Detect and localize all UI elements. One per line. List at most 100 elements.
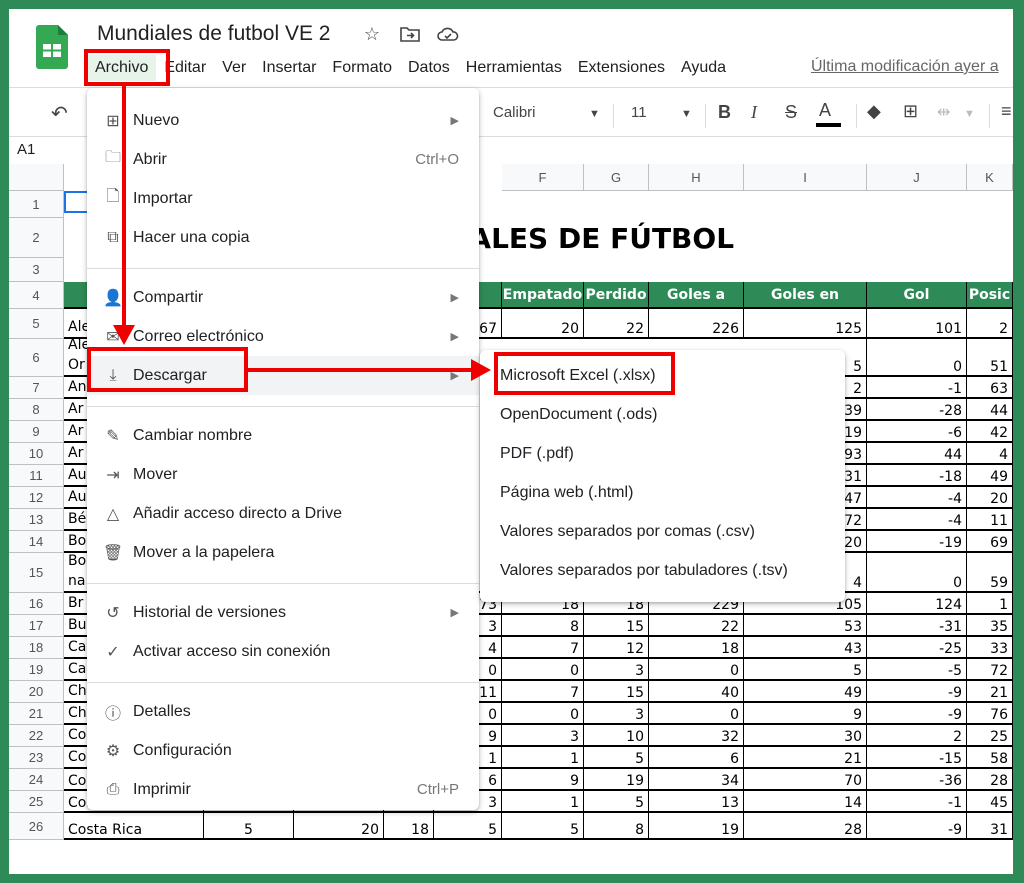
menu-datos[interactable]: Datos — [400, 55, 458, 81]
table-cell-a26[interactable]: Costa Rica — [64, 813, 204, 840]
row-header-5[interactable]: 5 — [9, 309, 64, 339]
row-header-15[interactable]: 15 — [9, 553, 64, 593]
table-cell-f20[interactable]: 7 — [502, 681, 584, 703]
table-cell-j12[interactable]: -4 — [867, 487, 967, 509]
table-cell-h24[interactable]: 34 — [649, 769, 744, 791]
table-cell-j10[interactable]: 44 — [867, 443, 967, 465]
table-cell-h23[interactable]: 6 — [649, 747, 744, 769]
row-header-9[interactable]: 9 — [9, 421, 64, 443]
star-icon[interactable]: ☆ — [361, 23, 383, 45]
file-menu-item-cambiar-nombre[interactable]: ✎ Cambiar nombre — [87, 416, 479, 455]
table-cell-k20[interactable]: 21 — [967, 681, 1013, 703]
file-menu-item-activar-acceso-sin-conexión[interactable]: ✓ Activar acceso sin conexión — [87, 632, 479, 671]
borders-icon[interactable]: ⊞ — [903, 101, 918, 122]
row-header-19[interactable]: 19 — [9, 659, 64, 681]
table-cell-d26[interactable]: 18 — [384, 813, 434, 840]
table-cell-f19[interactable]: 0 — [502, 659, 584, 681]
table-cell-g26[interactable]: 8 — [584, 813, 649, 840]
row-header-23[interactable]: 23 — [9, 747, 64, 769]
table-cell-j8[interactable]: -28 — [867, 399, 967, 421]
table-cell-j14[interactable]: -19 — [867, 531, 967, 553]
font-size-input[interactable]: 11 — [631, 104, 647, 121]
row-header-7[interactable]: 7 — [9, 377, 64, 399]
text-color-icon[interactable]: A — [819, 100, 831, 121]
column-header-f[interactable]: F — [502, 164, 584, 191]
table-cell-h5[interactable]: 226 — [649, 309, 744, 339]
italic-icon[interactable]: I — [751, 102, 757, 123]
row-header-16[interactable]: 16 — [9, 593, 64, 615]
table-cell-k7[interactable]: 63 — [967, 377, 1013, 399]
table-cell-k19[interactable]: 72 — [967, 659, 1013, 681]
table-cell-g25[interactable]: 5 — [584, 791, 649, 813]
file-menu-item-configuración[interactable]: ⚙ Configuración — [87, 731, 479, 770]
table-cell-k18[interactable]: 33 — [967, 637, 1013, 659]
row-header-8[interactable]: 8 — [9, 399, 64, 421]
row-header-20[interactable]: 20 — [9, 681, 64, 703]
bold-icon[interactable]: B — [718, 102, 731, 123]
table-cell-k14[interactable]: 69 — [967, 531, 1013, 553]
table-cell-j21[interactable]: -9 — [867, 703, 967, 725]
table-cell-i26[interactable]: 28 — [744, 813, 867, 840]
table-cell-h18[interactable]: 18 — [649, 637, 744, 659]
table-cell-k9[interactable]: 42 — [967, 421, 1013, 443]
table-cell-k25[interactable]: 45 — [967, 791, 1013, 813]
table-cell-j23[interactable]: -15 — [867, 747, 967, 769]
download-option-1[interactable]: OpenDocument (.ods) — [480, 395, 845, 434]
table-cell-i19[interactable]: 5 — [744, 659, 867, 681]
file-menu-item-hacer-una-copia[interactable]: ⧉ Hacer una copia — [87, 218, 479, 257]
sheets-logo-icon[interactable] — [36, 25, 68, 69]
table-cell-h26[interactable]: 19 — [649, 813, 744, 840]
download-option-3[interactable]: Página web (.html) — [480, 473, 845, 512]
column-header-i[interactable]: I — [744, 164, 867, 191]
download-option-5[interactable]: Valores separados por tabuladores (.tsv) — [480, 551, 845, 590]
column-header-j[interactable]: J — [867, 164, 967, 191]
table-cell-j6[interactable]: 0 — [867, 339, 967, 377]
table-cell-f25[interactable]: 1 — [502, 791, 584, 813]
row-header-2[interactable]: 2 — [9, 218, 64, 258]
file-menu-item-importar[interactable]: 🗋 Importar — [87, 179, 479, 218]
font-chevron-down-icon[interactable]: ▼ — [589, 108, 600, 120]
column-header-g[interactable]: G — [584, 164, 649, 191]
file-menu-item-abrir[interactable]: 🗀 Abrir Ctrl+O — [87, 140, 479, 179]
table-cell-j18[interactable]: -25 — [867, 637, 967, 659]
file-menu-item-compartir[interactable]: 👤 Compartir ▶ — [87, 278, 479, 317]
row-header-26[interactable]: 26 — [9, 813, 64, 840]
table-cell-i18[interactable]: 43 — [744, 637, 867, 659]
table-cell-k5[interactable]: 2 — [967, 309, 1013, 339]
table-cell-h17[interactable]: 22 — [649, 615, 744, 637]
table-cell-f17[interactable]: 8 — [502, 615, 584, 637]
row-header-18[interactable]: 18 — [9, 637, 64, 659]
table-cell-k15[interactable]: 59 — [967, 553, 1013, 593]
table-cell-f22[interactable]: 3 — [502, 725, 584, 747]
table-cell-f23[interactable]: 1 — [502, 747, 584, 769]
table-cell-j11[interactable]: -18 — [867, 465, 967, 487]
file-menu-item-mover-a-la-papelera[interactable]: 🗑 Mover a la papelera — [87, 533, 479, 572]
table-cell-j9[interactable]: -6 — [867, 421, 967, 443]
table-cell-b26[interactable]: 5 — [204, 813, 294, 840]
row-header-24[interactable]: 24 — [9, 769, 64, 791]
table-cell-h21[interactable]: 0 — [649, 703, 744, 725]
table-cell-i24[interactable]: 70 — [744, 769, 867, 791]
table-cell-j25[interactable]: -1 — [867, 791, 967, 813]
row-header-22[interactable]: 22 — [9, 725, 64, 747]
file-menu-item-nuevo[interactable]: ⊞ Nuevo ▶ — [87, 101, 479, 140]
table-cell-k8[interactable]: 44 — [967, 399, 1013, 421]
table-cell-f26[interactable]: 5 — [502, 813, 584, 840]
table-cell-f21[interactable]: 0 — [502, 703, 584, 725]
table-cell-g20[interactable]: 15 — [584, 681, 649, 703]
table-cell-j7[interactable]: -1 — [867, 377, 967, 399]
table-cell-i5[interactable]: 125 — [744, 309, 867, 339]
table-cell-k13[interactable]: 11 — [967, 509, 1013, 531]
align-icon[interactable]: ≡ — [1001, 101, 1012, 122]
row-header-11[interactable]: 11 — [9, 465, 64, 487]
column-header-h[interactable]: H — [649, 164, 744, 191]
row-header-17[interactable]: 17 — [9, 615, 64, 637]
table-cell-k22[interactable]: 25 — [967, 725, 1013, 747]
table-cell-e26[interactable]: 5 — [434, 813, 502, 840]
size-chevron-down-icon[interactable]: ▼ — [681, 108, 692, 120]
table-cell-k12[interactable]: 20 — [967, 487, 1013, 509]
menu-herramientas[interactable]: Herramientas — [458, 55, 570, 81]
table-cell-g23[interactable]: 5 — [584, 747, 649, 769]
menu-formato[interactable]: Formato — [324, 55, 400, 81]
table-cell-h22[interactable]: 32 — [649, 725, 744, 747]
